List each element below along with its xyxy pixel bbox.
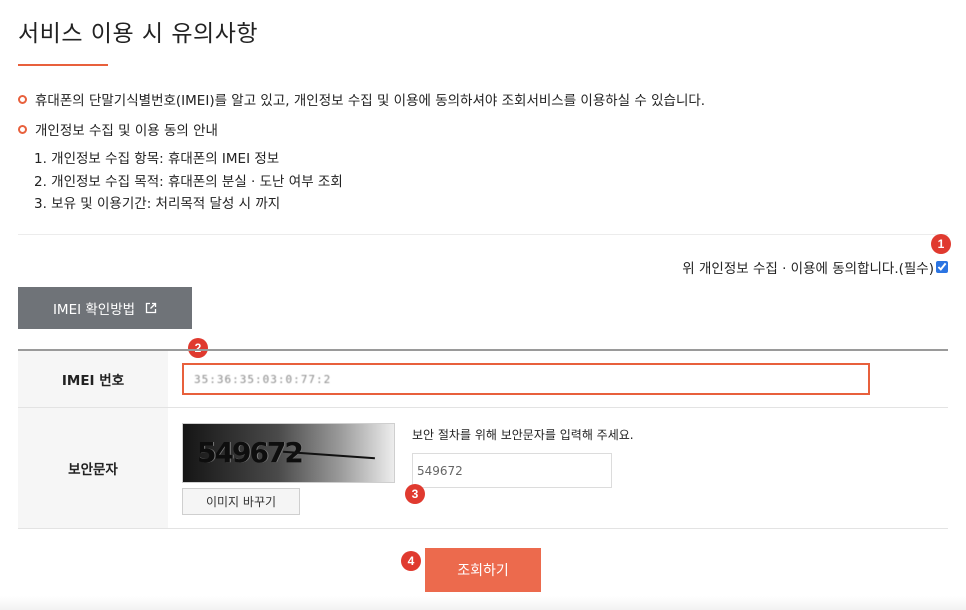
step-badge-3: 3 [405,484,425,504]
external-link-icon [145,302,157,314]
imei-guide-label: IMEI 확인방법 [52,302,136,318]
notice-text: 개인정보 수집 및 이용 동의 안내 [35,123,218,139]
security-row: 보안문자 549672 이미지 바꾸기 보안 절차를 위해 보안문자를 입력해 … [18,408,948,529]
list-item: 3. 보유 및 이용기간: 처리목적 달성 시 까지 [34,196,281,212]
security-label: 보안문자 [18,408,168,528]
captcha-image: 549672 [182,423,395,483]
security-cell: 549672 이미지 바꾸기 보안 절차를 위해 보안문자를 입력해 주세요. [168,408,948,528]
page-title: 서비스 이용 시 유의사항 [18,21,259,47]
consent-label: 위 개인정보 수집 · 이용에 동의합니다.(필수) [682,261,934,277]
step-badge-1: 1 [931,234,951,254]
bullet-circle-icon [18,94,27,104]
notice-bullet-consent-guide: 개인정보 수집 및 이용 동의 안내 [18,119,218,139]
imei-cell: 35:36:35:03:0:77:2 [168,351,948,407]
lookup-form-table: IMEI 번호 35:36:35:03:0:77:2 보안문자 549672 이… [18,349,948,529]
consent-agreement[interactable]: 위 개인정보 수집 · 이용에 동의합니다.(필수) [682,257,948,277]
imei-guide-button[interactable]: IMEI 확인방법 [18,287,192,329]
imei-label: IMEI 번호 [18,351,168,407]
security-hint: 보안 절차를 위해 보안문자를 입력해 주세요. [412,428,634,442]
security-code-input[interactable] [412,453,612,488]
notice-bullet-imei: 휴대폰의 단말기식별번호(IMEI)를 알고 있고, 개인정보 수집 및 이용에… [18,89,705,109]
change-image-button[interactable]: 이미지 바꾸기 [182,488,300,515]
consent-guide-list: 1. 개인정보 수집 항목: 휴대폰의 IMEI 정보 2. 개인정보 수집 목… [34,148,343,216]
section-divider [18,234,948,235]
imei-input[interactable]: 35:36:35:03:0:77:2 [182,363,870,395]
imei-value-blurred: 35:36:35:03:0:77:2 [194,372,332,386]
bottom-shadow [0,596,966,610]
list-item: 2. 개인정보 수집 목적: 휴대폰의 분실 · 도난 여부 조회 [34,173,343,190]
list-item: 1. 개인정보 수집 항목: 휴대폰의 IMEI 정보 [34,151,280,167]
submit-lookup-button[interactable]: 조회하기 [425,548,541,592]
step-badge-4: 4 [401,551,421,571]
imei-row: IMEI 번호 35:36:35:03:0:77:2 [18,351,948,408]
bullet-circle-icon [18,124,27,134]
notice-text: 휴대폰의 단말기식별번호(IMEI)를 알고 있고, 개인정보 수집 및 이용에… [35,93,706,109]
consent-checkbox[interactable] [936,261,948,273]
title-underline [18,64,108,66]
